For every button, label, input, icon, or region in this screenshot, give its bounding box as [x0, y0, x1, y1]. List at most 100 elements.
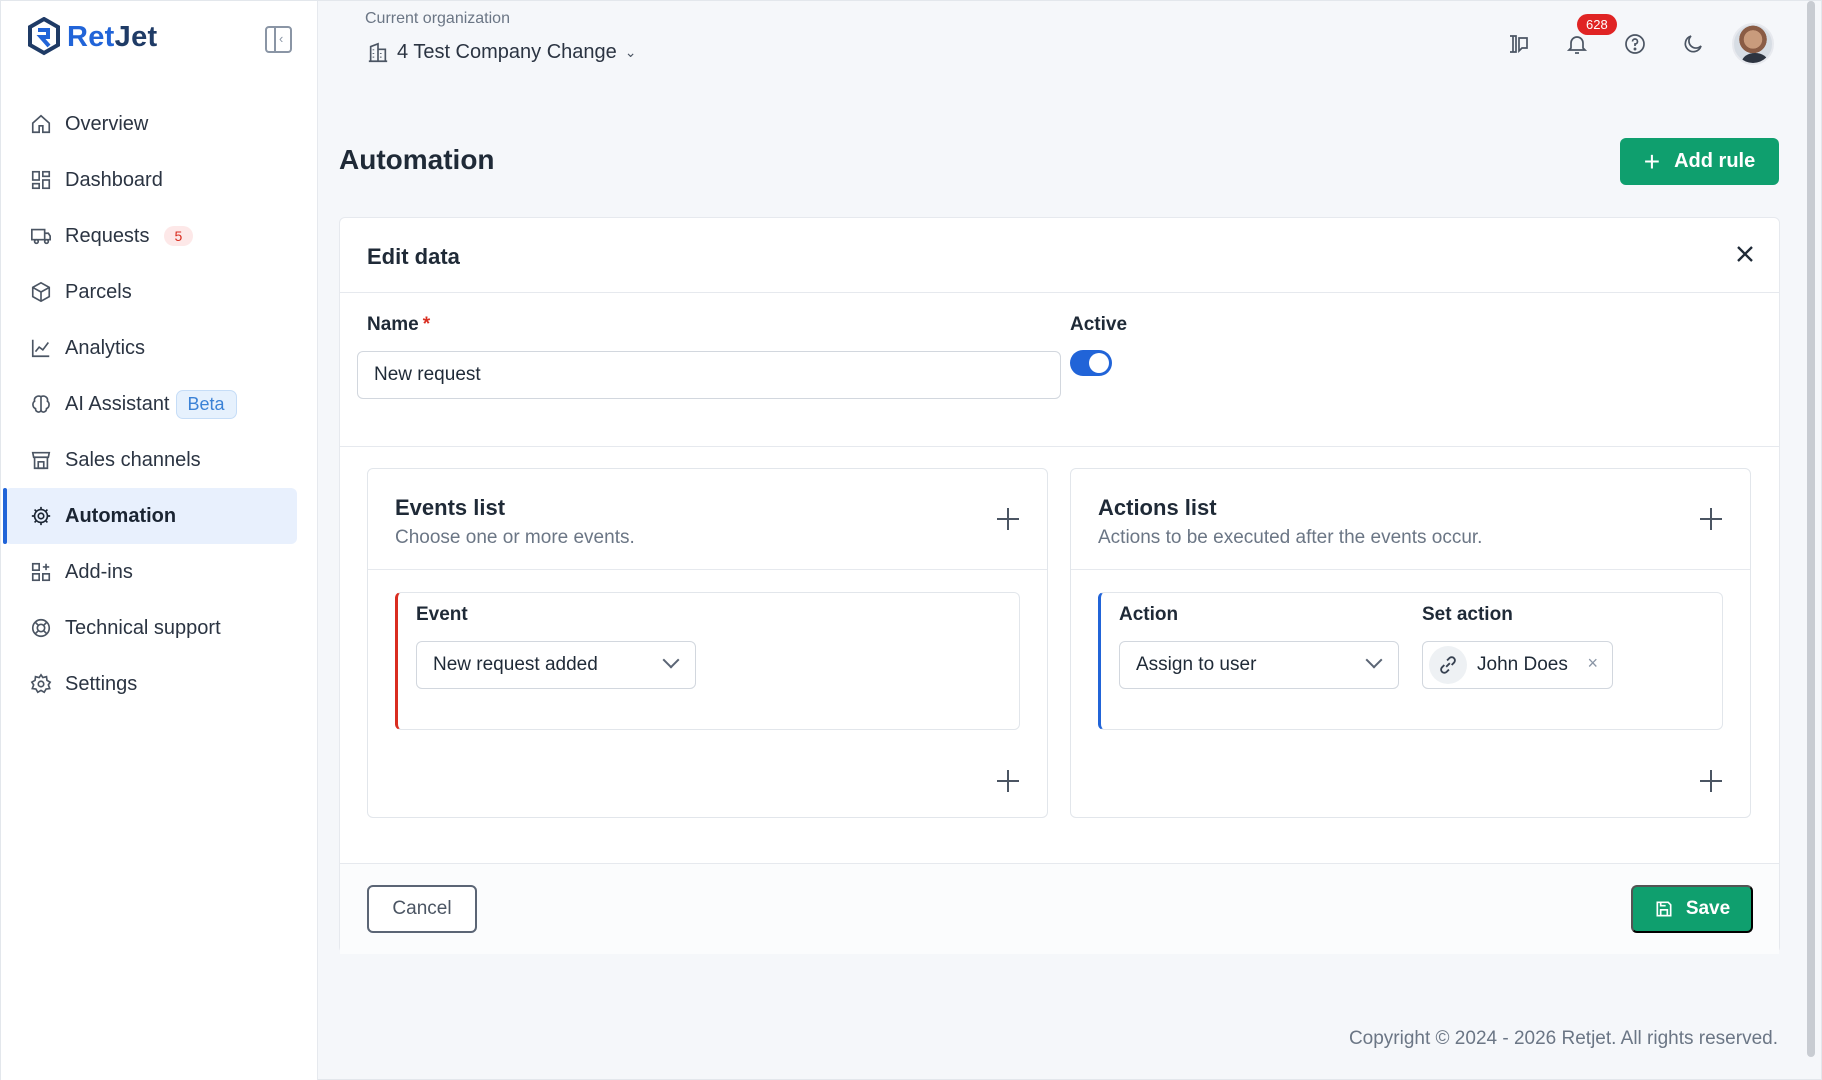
set-action-label: Set action — [1422, 604, 1513, 625]
org-selector[interactable]: 4 Test Company Change ⌄ — [367, 41, 637, 64]
org-name: 4 Test Company Change — [397, 41, 617, 63]
chevron-down-icon — [1365, 651, 1383, 669]
translate-icon[interactable] — [1504, 29, 1534, 59]
help-icon[interactable] — [1620, 29, 1650, 59]
section-divider — [340, 446, 1779, 447]
sidebar-item-label: Technical support — [65, 616, 221, 639]
sidebar: RetJet ‹ Overview Dashboard Requests 5 P… — [1, 1, 318, 1080]
sidebar-item-label: Settings — [65, 672, 138, 695]
sidebar-item-label: Analytics — [65, 336, 146, 359]
app-window: RetJet ‹ Overview Dashboard Requests 5 P… — [0, 0, 1822, 1080]
org-label: Current organization — [365, 10, 510, 27]
requests-count-badge: 5 — [163, 226, 194, 246]
page-scrollbar[interactable] — [1807, 1, 1815, 1057]
sidebar-item-analytics[interactable]: Analytics — [5, 320, 297, 376]
action-label: Action — [1119, 604, 1179, 625]
sidebar-item-sales-channels[interactable]: Sales channels — [5, 432, 297, 488]
event-select-value: New request added — [433, 654, 598, 675]
sidebar-item-requests[interactable]: Requests 5 — [5, 208, 297, 264]
add-rule-button[interactable]: + Add rule — [1620, 138, 1779, 185]
chevron-down-icon: ⌄ — [624, 44, 637, 60]
addins-icon — [29, 560, 53, 584]
actions-panel: Actions list Actions to be executed afte… — [1070, 468, 1751, 818]
logo-text: RetJet — [67, 20, 158, 53]
remove-user-close-icon[interactable]: × — [1587, 653, 1598, 674]
add-rule-label: Add rule — [1674, 150, 1756, 172]
sidebar-item-overview[interactable]: Overview — [5, 96, 297, 152]
save-button[interactable]: Save — [1631, 885, 1753, 933]
user-avatar[interactable] — [1732, 23, 1774, 65]
event-rule-box: Event New request added — [395, 592, 1020, 730]
store-icon — [29, 448, 53, 472]
brain-icon — [29, 392, 53, 416]
box-icon — [29, 280, 53, 304]
card-header: Edit data — [340, 218, 1779, 293]
lifebuoy-icon — [29, 616, 53, 640]
action-select[interactable]: Assign to user — [1119, 641, 1399, 689]
logo-icon — [28, 17, 60, 56]
event-select[interactable]: New request added — [416, 641, 696, 689]
events-subtitle: Choose one or more events. — [395, 527, 635, 548]
chevron-down-icon — [662, 651, 680, 669]
edit-rule-card: Edit data Name * New request Active Event… — [339, 217, 1780, 954]
action-rule-box: Action Assign to user Set action John Do… — [1098, 592, 1723, 730]
page-title: Automation — [339, 144, 495, 175]
events-panel-header: Events list Choose one or more events. — [368, 469, 1047, 570]
events-panel: Events list Choose one or more events. E… — [367, 468, 1048, 818]
save-icon — [1656, 901, 1672, 917]
plus-icon: + — [1643, 145, 1661, 177]
sidebar-item-technical-support[interactable]: Technical support — [5, 600, 297, 656]
chart-icon — [29, 336, 53, 360]
name-label: Name * — [367, 314, 430, 336]
sidebar-item-label: Parcels — [65, 280, 132, 303]
events-title: Events list — [395, 495, 506, 520]
sidebar-item-label: Automation — [65, 504, 177, 527]
name-label-text: Name — [367, 314, 419, 335]
sidebar-item-label: AI Assistant — [65, 392, 170, 415]
actions-subtitle: Actions to be executed after the events … — [1098, 527, 1483, 548]
collapse-sidebar-button[interactable]: ‹ — [265, 26, 292, 53]
chevron-left-icon: ‹ — [279, 31, 284, 46]
sidebar-item-settings[interactable]: Settings — [5, 656, 297, 712]
sidebar-item-add-ins[interactable]: Add-ins — [5, 544, 297, 600]
active-label: Active — [1070, 314, 1128, 335]
dashboard-icon — [29, 168, 53, 192]
add-event-bottom-plus-icon[interactable] — [996, 769, 1020, 793]
actions-title: Actions list — [1098, 495, 1217, 520]
building-icon — [368, 42, 388, 62]
automation-gear-icon — [29, 504, 53, 528]
assigned-user-chip[interactable]: John Does × — [1422, 641, 1613, 689]
name-field[interactable]: New request — [357, 351, 1061, 399]
add-event-plus-icon[interactable] — [996, 507, 1020, 531]
assigned-user-name: John Does — [1477, 654, 1568, 675]
sidebar-item-label: Add-ins — [65, 560, 133, 583]
copyright-text: Copyright © 2024 - 2026 Retjet. All righ… — [1348, 1028, 1778, 1049]
save-label: Save — [1685, 898, 1731, 919]
sidebar-item-label: Sales channels — [65, 448, 201, 471]
action-select-value: Assign to user — [1136, 654, 1257, 675]
gear-icon — [29, 672, 53, 696]
add-action-plus-icon[interactable] — [1699, 507, 1723, 531]
cancel-button[interactable]: Cancel — [367, 885, 477, 933]
sidebar-item-label: Requests — [65, 224, 150, 247]
requests-icon — [29, 224, 53, 248]
sidebar-nav: Overview Dashboard Requests 5 Parcels An… — [3, 96, 297, 712]
card-footer: Cancel Save — [340, 863, 1779, 954]
sidebar-item-label: Dashboard — [65, 168, 163, 191]
add-action-bottom-plus-icon[interactable] — [1699, 769, 1723, 793]
logo[interactable]: RetJet — [27, 17, 157, 57]
sidebar-item-ai-assistant[interactable]: AI Assistant Beta — [5, 376, 297, 432]
required-mark: * — [422, 314, 431, 335]
actions-panel-header: Actions list Actions to be executed afte… — [1071, 469, 1750, 570]
active-toggle[interactable] — [1070, 350, 1112, 376]
close-icon[interactable] — [1731, 240, 1759, 268]
link-icon — [1429, 646, 1467, 684]
sidebar-item-dashboard[interactable]: Dashboard — [5, 152, 297, 208]
sidebar-item-automation[interactable]: Automation — [3, 488, 297, 544]
beta-badge: Beta — [175, 389, 237, 419]
card-title: Edit data — [367, 244, 460, 269]
sidebar-item-parcels[interactable]: Parcels — [5, 264, 297, 320]
event-label: Event — [416, 604, 468, 625]
dark-mode-moon-icon[interactable] — [1678, 29, 1708, 59]
sidebar-item-label: Overview — [65, 112, 149, 135]
